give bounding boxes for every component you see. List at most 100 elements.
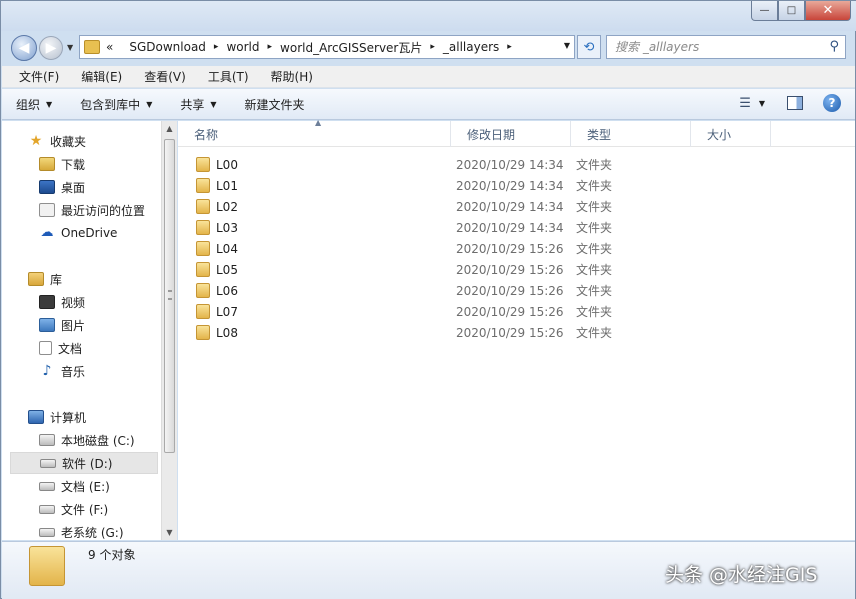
file-row[interactable]: L05 2020/10/29 15:26 文件夹 xyxy=(178,259,855,280)
address-bar[interactable]: « SGDownload ▸ world ▸ world_ArcGISServe… xyxy=(79,35,575,59)
library-icon xyxy=(28,272,44,286)
file-row[interactable]: L07 2020/10/29 15:26 文件夹 xyxy=(178,301,855,322)
nav-documents[interactable]: 文档 xyxy=(39,337,82,359)
video-icon xyxy=(39,295,55,309)
nav-drive-f[interactable]: 文件 (F:) xyxy=(39,498,108,520)
menu-bar: 文件(F) 编辑(E) 查看(V) 工具(T) 帮助(H) xyxy=(2,66,855,88)
breadcrumb-separator[interactable]: ▸ xyxy=(507,42,512,52)
nav-onedrive[interactable]: ☁ OneDrive xyxy=(39,222,118,244)
address-dropdown[interactable]: ▼ xyxy=(564,41,570,50)
explorer-window: — □ ✕ ◀ ▶ ▼ « SGDownload ▸ world ▸ world… xyxy=(0,0,856,599)
title-bar: — □ ✕ xyxy=(1,1,856,31)
minimize-button[interactable]: — xyxy=(751,1,778,21)
breadcrumb-separator[interactable]: ▸ xyxy=(268,42,273,52)
breadcrumb-item[interactable]: _alllayers xyxy=(443,40,499,54)
menu-help[interactable]: 帮助(H) xyxy=(260,68,324,85)
details-pane: 9 个对象 头条 @水经注GIS xyxy=(2,541,855,599)
view-controls: ☰ ▼ ? xyxy=(739,94,841,112)
folder-icon xyxy=(84,40,100,54)
breadcrumb: « SGDownload ▸ world ▸ world_ArcGISServe… xyxy=(106,39,520,56)
scroll-up-icon[interactable]: ▲ xyxy=(162,121,177,136)
downloads-icon xyxy=(39,157,55,171)
preview-pane-icon[interactable] xyxy=(787,96,803,110)
refresh-icon: ⟲ xyxy=(583,39,595,55)
breadcrumb-item[interactable]: world_ArcGISServer瓦片 xyxy=(280,39,422,56)
drive-icon xyxy=(39,481,55,491)
nav-videos[interactable]: 视频 xyxy=(39,291,85,313)
command-bar: 组织 ▼ 包含到库中 ▼ 共享 ▼ 新建文件夹 ☰ ▼ ? xyxy=(2,89,855,120)
file-row[interactable]: L01 2020/10/29 14:34 文件夹 xyxy=(178,175,855,196)
breadcrumb-separator[interactable]: ▸ xyxy=(430,42,435,52)
refresh-button[interactable]: ⟲ xyxy=(577,35,601,59)
chevron-down-icon: ▼ xyxy=(46,99,53,109)
view-options-icon[interactable]: ☰ xyxy=(739,96,751,111)
drive-icon xyxy=(40,458,56,468)
column-date[interactable]: 修改日期 xyxy=(451,121,571,147)
nav-pictures[interactable]: 图片 xyxy=(39,314,85,336)
nav-computer[interactable]: 计算机 xyxy=(28,406,86,428)
file-row[interactable]: L06 2020/10/29 15:26 文件夹 xyxy=(178,280,855,301)
forward-button[interactable]: ▶ xyxy=(39,36,63,60)
back-button[interactable]: ◀ xyxy=(11,35,37,61)
folder-icon xyxy=(196,220,210,235)
file-row[interactable]: L02 2020/10/29 14:34 文件夹 xyxy=(178,196,855,217)
nav-music[interactable]: ♪ 音乐 xyxy=(39,360,85,382)
nav-downloads[interactable]: 下载 xyxy=(39,153,85,175)
column-size[interactable]: 大小 xyxy=(691,121,771,147)
nav-drive-g[interactable]: 老系统 (G:) xyxy=(39,521,124,540)
breadcrumb-overflow[interactable]: « xyxy=(106,40,113,54)
navigation-pane: ★ 收藏夹 下载 桌面 最近访问的位置 ☁ OneDrive 库 视频 图片 文档 … xyxy=(2,121,161,540)
help-icon[interactable]: ? xyxy=(823,94,841,112)
search-box: ⚲ xyxy=(606,35,846,59)
search-icon[interactable]: ⚲ xyxy=(829,39,839,54)
breadcrumb-item[interactable]: world xyxy=(226,40,259,54)
nav-drive-c[interactable]: 本地磁盘 (C:) xyxy=(39,429,135,451)
new-folder-button[interactable]: 新建文件夹 xyxy=(245,96,305,113)
folder-icon xyxy=(196,157,210,172)
system-drive-icon xyxy=(39,434,55,446)
column-name[interactable]: 名称 xyxy=(178,121,451,147)
nav-favorites[interactable]: ★ 收藏夹 xyxy=(28,130,86,152)
search-input[interactable] xyxy=(615,40,815,54)
recent-pages-dropdown[interactable]: ▼ xyxy=(67,43,73,52)
nav-drive-d[interactable]: 软件 (D:) xyxy=(10,452,158,474)
nav-drive-e[interactable]: 文档 (E:) xyxy=(39,475,110,497)
pictures-icon xyxy=(39,318,55,332)
include-in-library-button[interactable]: 包含到库中 ▼ xyxy=(80,96,152,113)
nav-scrollbar[interactable]: ▲ ▼ xyxy=(161,121,177,540)
folder-icon xyxy=(196,199,210,214)
file-row[interactable]: L00 2020/10/29 14:34 文件夹 xyxy=(178,154,855,175)
file-list: ▲ 名称 修改日期 类型 大小 L00 2020/10/29 14:34 文件夹 L… xyxy=(178,118,855,540)
drive-icon xyxy=(39,504,55,514)
organize-button[interactable]: 组织 ▼ xyxy=(16,96,52,113)
cloud-icon: ☁ xyxy=(40,225,54,240)
share-button[interactable]: 共享 ▼ xyxy=(180,96,216,113)
item-count: 9 个对象 xyxy=(88,548,136,562)
folder-icon xyxy=(196,178,210,193)
menu-file[interactable]: 文件(F) xyxy=(8,68,70,85)
chevron-down-icon: ▼ xyxy=(210,99,217,109)
forward-arrow-icon: ▶ xyxy=(45,40,57,56)
file-row[interactable]: L04 2020/10/29 15:26 文件夹 xyxy=(178,238,855,259)
star-icon: ★ xyxy=(29,133,43,149)
nav-libraries[interactable]: 库 xyxy=(28,268,62,290)
scroll-down-icon[interactable]: ▼ xyxy=(162,525,177,540)
maximize-button[interactable]: □ xyxy=(778,1,805,21)
view-dropdown[interactable]: ▼ xyxy=(759,99,765,108)
menu-edit[interactable]: 编辑(E) xyxy=(70,68,133,85)
breadcrumb-separator[interactable]: ▸ xyxy=(214,42,219,52)
nav-recent-places[interactable]: 最近访问的位置 xyxy=(39,199,145,221)
scroll-thumb[interactable] xyxy=(164,139,175,453)
menu-tools[interactable]: 工具(T) xyxy=(197,68,260,85)
menu-view[interactable]: 查看(V) xyxy=(133,68,197,85)
watermark-text: 头条 @水经注GIS xyxy=(665,564,818,586)
file-row[interactable]: L08 2020/10/29 15:26 文件夹 xyxy=(178,322,855,343)
folder-icon xyxy=(196,304,210,319)
column-type[interactable]: 类型 xyxy=(571,121,691,147)
column-header: ▲ 名称 修改日期 类型 大小 xyxy=(178,118,855,147)
nav-desktop[interactable]: 桌面 xyxy=(39,176,85,198)
close-button[interactable]: ✕ xyxy=(805,1,851,21)
breadcrumb-item[interactable]: SGDownload xyxy=(129,40,206,54)
file-row[interactable]: L03 2020/10/29 14:34 文件夹 xyxy=(178,217,855,238)
recent-places-icon xyxy=(39,203,55,217)
